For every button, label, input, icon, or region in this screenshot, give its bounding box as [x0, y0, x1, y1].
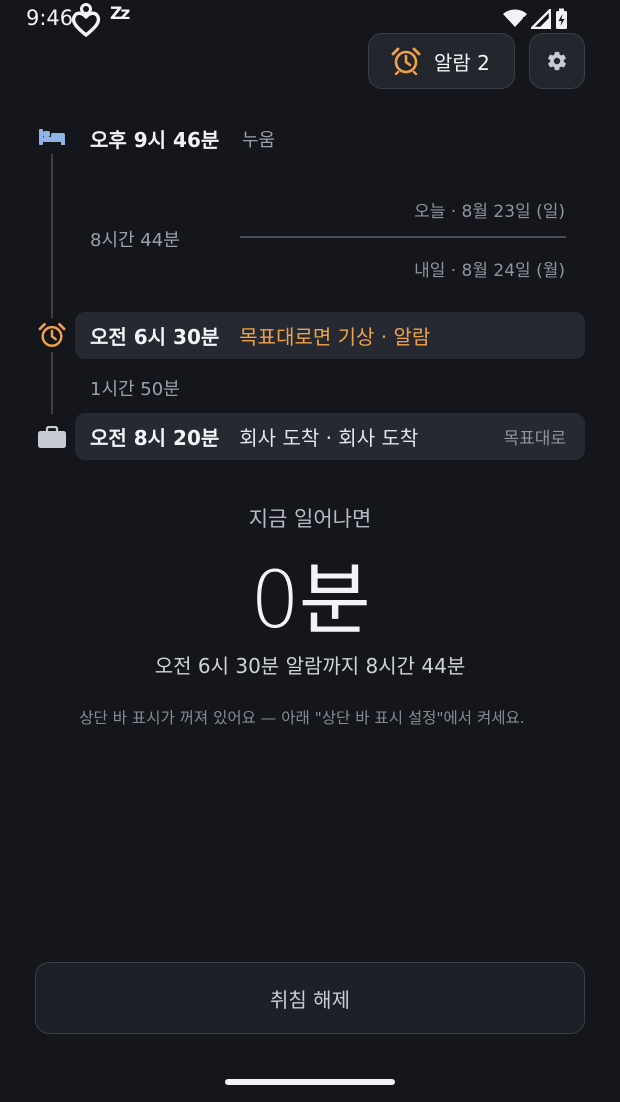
signal-icon — [531, 9, 551, 29]
timeline-line — [51, 154, 53, 318]
arrival-label: 회사 도착 · 회사 도착 — [239, 426, 419, 450]
alarm-button-label: 알람 2 — [434, 50, 490, 75]
sleep-zz-icon: Zz — [110, 4, 130, 24]
date-tomorrow: 내일 · 8월 24일 (월) — [414, 261, 565, 281]
status-bar-notice: 상단 바 표시가 꺼져 있어요 — 아래 "상단 바 표시 설정"에서 켜세요. — [79, 709, 525, 727]
date-divider — [240, 236, 566, 238]
sleep-gain-value: 0분 — [250, 556, 370, 646]
alarm-label: 목표대로면 기상 · 알람 — [239, 325, 431, 349]
sleep-duration: 8시간 44분 — [90, 230, 180, 251]
wifi-icon — [503, 9, 527, 27]
settings-button[interactable] — [529, 33, 585, 89]
wake-caption: 지금 일어나면 — [248, 507, 372, 531]
arrival-time: 오전 8시 20분 — [90, 426, 220, 450]
home-indicator[interactable] — [225, 1079, 395, 1085]
alarm-countdown: 오전 6시 30분 알람까지 8시간 44분 — [154, 654, 466, 678]
alarm-clock-icon — [38, 322, 66, 347]
status-icons — [503, 8, 568, 30]
timeline-line — [51, 352, 53, 414]
bed-icon — [39, 129, 65, 145]
arrival-row[interactable]: 오전 8시 20분 회사 도착 · 회사 도착 목표대로 — [75, 413, 585, 460]
bedtime-time: 오후 9시 46분 — [90, 128, 220, 152]
battery-charging-icon — [556, 8, 567, 29]
alarm-time: 오전 6시 30분 — [90, 325, 220, 349]
arrival-status-tag: 목표대로 — [503, 429, 566, 449]
briefcase-icon — [38, 426, 66, 448]
app-heart-icon — [71, 3, 101, 37]
alarm-clock-icon — [391, 47, 421, 75]
gear-icon — [548, 51, 566, 71]
commute-duration: 1시간 50분 — [90, 379, 180, 400]
bedtime-label: 누움 — [242, 130, 276, 151]
alarm-row[interactable]: 오전 6시 30분 목표대로면 기상 · 알람 — [75, 312, 585, 359]
status-time: 9:46 — [26, 6, 74, 30]
alarm-count-button[interactable]: 알람 2 — [368, 33, 515, 89]
cancel-sleep-button[interactable]: 취침 해제 — [35, 962, 585, 1034]
date-today: 오늘 · 8월 23일 (일) — [414, 202, 565, 222]
